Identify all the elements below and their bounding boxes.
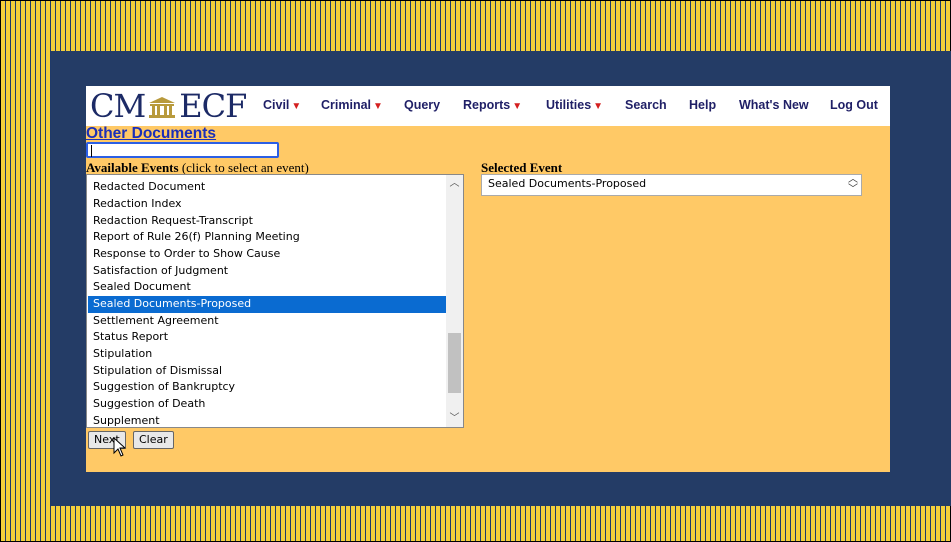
logo-text-right: ECF — [179, 87, 247, 125]
list-item[interactable]: Suggestion of Death — [88, 396, 448, 413]
dropdown-caret-icon: ▼ — [373, 101, 383, 112]
clear-button[interactable]: Clear — [133, 431, 174, 449]
selected-event-heading: Selected Event — [481, 160, 563, 175]
list-item[interactable]: Supplement — [88, 413, 448, 427]
page-title: Other Documents — [86, 125, 217, 142]
dropdown-caret-icon: ▼ — [512, 101, 523, 112]
list-item[interactable]: Stipulation — [88, 346, 448, 363]
list-item[interactable]: Status Report — [88, 329, 448, 346]
list-scrollbar[interactable]: ︿ ﹀ — [446, 175, 463, 427]
courthouse-icon — [149, 97, 176, 118]
list-item[interactable]: Redaction Index — [88, 196, 448, 213]
menu-utilities[interactable]: Utilities ▼ — [546, 98, 603, 112]
list-item[interactable]: Redaction Request-Transcript — [88, 213, 448, 230]
main-panel: CM ECF Civil ▼ Criminal ▼ Query Reports … — [86, 86, 890, 472]
selected-event-value: Sealed Documents-Proposed — [488, 177, 647, 190]
menu-reports[interactable]: Reports ▼ — [463, 98, 522, 112]
event-search-input[interactable] — [86, 142, 279, 158]
list-item[interactable]: Suggestion of Bankruptcy — [88, 379, 448, 396]
menu-whats-new[interactable]: What's New — [739, 98, 809, 112]
menu-whats-new-label: What's New — [739, 98, 809, 112]
menu-help-label: Help — [689, 98, 717, 112]
available-events-heading: Available Events — [86, 160, 179, 175]
scroll-up-icon[interactable]: ︿ — [446, 175, 463, 192]
selected-event-box[interactable]: Sealed Documents-Proposed ︿ ﹀ — [481, 174, 862, 196]
page-frame: CM ECF Civil ▼ Criminal ▼ Query Reports … — [51, 51, 951, 506]
scrollbar-thumb[interactable] — [448, 333, 461, 393]
text-cursor — [91, 145, 92, 157]
list-item[interactable]: Redacted Document — [88, 179, 448, 196]
list-item-selected[interactable]: Sealed Documents-Proposed — [88, 296, 448, 313]
list-item[interactable]: Settlement Agreement — [88, 313, 448, 330]
list-item[interactable]: Satisfaction of Judgment — [88, 263, 448, 280]
menu-civil-label: Civil — [263, 98, 290, 112]
list-item[interactable]: Response to Order to Show Cause — [88, 246, 448, 263]
menu-query[interactable]: Query — [404, 98, 440, 112]
selected-event-scrollbar[interactable]: ︿ ﹀ — [844, 175, 861, 195]
available-events-list[interactable]: Redacted Document Redaction Index Redact… — [86, 174, 464, 428]
dropdown-caret-icon: ▼ — [291, 101, 302, 112]
menu-criminal-label: Criminal — [321, 98, 372, 112]
menu-help[interactable]: Help — [689, 98, 716, 112]
menu-reports-label: Reports — [463, 98, 511, 112]
cmecf-logo[interactable]: CM ECF — [90, 87, 247, 125]
menu-utilities-label: Utilities — [546, 98, 592, 112]
menu-search-label: Search — [625, 98, 667, 112]
striped-background: CM ECF Civil ▼ Criminal ▼ Query Reports … — [0, 0, 951, 542]
menu-criminal[interactable]: Criminal ▼ — [321, 98, 383, 112]
list-item[interactable]: Stipulation of Dismissal — [88, 363, 448, 380]
list-item[interactable]: Report of Rule 26(f) Planning Meeting — [88, 229, 448, 246]
menu-bar: CM ECF Civil ▼ Criminal ▼ Query Reports … — [86, 86, 890, 126]
menu-query-label: Query — [404, 98, 441, 112]
mouse-pointer-icon — [113, 437, 127, 457]
menu-log-out-label: Log Out — [830, 98, 878, 112]
dropdown-caret-icon: ▼ — [593, 101, 604, 112]
available-events-hint: (click to select an event) — [181, 160, 309, 175]
logo-text-left: CM — [90, 87, 146, 125]
scroll-down-icon[interactable]: ﹀ — [446, 410, 463, 427]
menu-search[interactable]: Search — [625, 98, 667, 112]
menu-civil[interactable]: Civil ▼ — [263, 98, 301, 112]
list-item[interactable]: Sealed Document — [88, 279, 448, 296]
menu-log-out[interactable]: Log Out — [830, 98, 878, 112]
scroll-down-icon[interactable]: ﹀ — [848, 185, 858, 195]
